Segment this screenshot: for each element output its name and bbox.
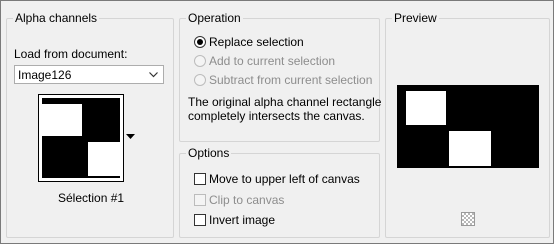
- add-to-selection-label[interactable]: Add to current selection: [209, 54, 335, 68]
- preview-white-rect-1: [406, 91, 446, 125]
- clip-to-canvas-label[interactable]: Clip to canvas: [209, 193, 284, 207]
- preview-image: [397, 85, 539, 168]
- replace-selection-label[interactable]: Replace selection: [209, 35, 304, 49]
- move-to-upper-left-label[interactable]: Move to upper left of canvas: [209, 172, 360, 186]
- document-dropdown-value: Image126: [18, 68, 72, 82]
- alpha-channels-title: Alpha channels: [13, 11, 100, 25]
- operation-title: Operation: [186, 11, 243, 25]
- preview-white-rect-2: [449, 131, 491, 166]
- invert-image-label[interactable]: Invert image: [209, 213, 275, 227]
- clip-to-canvas-checkbox[interactable]: [194, 194, 206, 206]
- alpha-channel-image: [42, 98, 122, 178]
- options-title: Options: [186, 146, 232, 160]
- radio-selected-dot: [197, 39, 203, 45]
- thumbnail-white-rect-1: [42, 104, 82, 136]
- dropdown-arrow-icon[interactable]: [126, 134, 135, 140]
- chevron-down-icon: [149, 72, 158, 78]
- operation-info-line-2: completely intersects the canvas.: [188, 109, 365, 123]
- invert-image-checkbox[interactable]: [194, 214, 206, 226]
- add-to-selection-radio[interactable]: [194, 55, 206, 67]
- operation-info-line-1: The original alpha channel rectangle: [188, 95, 382, 109]
- channel-name-label: Sélection #1: [58, 191, 125, 205]
- alpha-channel-thumbnail-picker[interactable]: [38, 94, 138, 184]
- document-dropdown[interactable]: Image126: [14, 65, 164, 84]
- replace-selection-radio[interactable]: [194, 36, 206, 48]
- thumbnail-white-rect-2: [88, 142, 122, 176]
- alpha-channel-thumbnail: [38, 94, 124, 182]
- subtract-from-selection-radio[interactable]: [194, 74, 206, 86]
- checkerboard-icon[interactable]: [461, 212, 475, 226]
- subtract-from-selection-label[interactable]: Subtract from current selection: [209, 73, 372, 87]
- load-from-document-label: Load from document:: [14, 47, 128, 61]
- preview-title: Preview: [392, 11, 439, 25]
- move-to-upper-left-checkbox[interactable]: [194, 173, 206, 185]
